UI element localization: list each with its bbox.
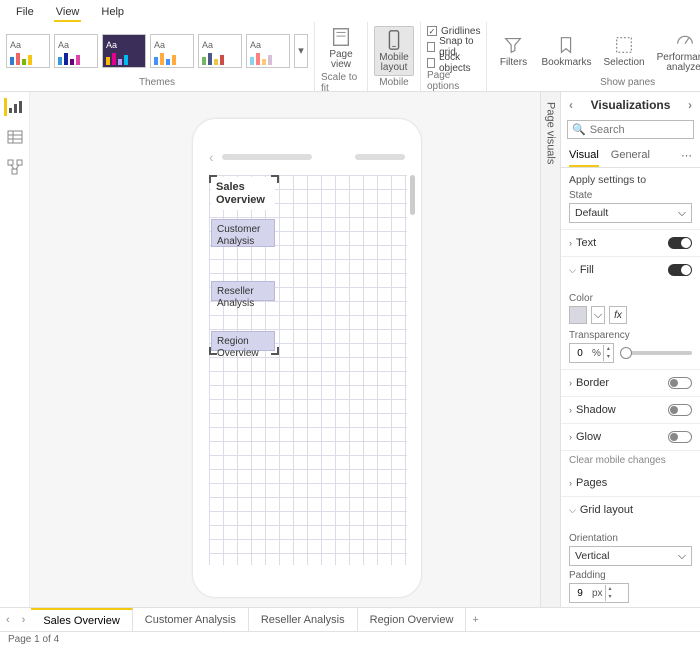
mobile-grid[interactable]: ✕ Sales Overview Customer Analysis Resel…	[209, 175, 407, 565]
status-bar: Page 1 of 4	[0, 631, 700, 647]
lock-checkbox[interactable]: Lock objects	[427, 56, 480, 70]
visual-card[interactable]: Reseller Analysis	[211, 281, 275, 301]
spin-up[interactable]: ▴	[604, 345, 613, 353]
visual-card[interactable]: Region Overview	[211, 331, 275, 351]
border-toggle[interactable]	[668, 377, 692, 389]
back-icon: ‹	[209, 149, 214, 165]
selection-pane-button[interactable]: Selection	[599, 32, 648, 70]
shadow-section-header[interactable]: ›Shadow	[561, 397, 700, 424]
theme-option[interactable]: Aa	[54, 34, 98, 68]
page-icon	[330, 26, 352, 48]
state-label: State	[569, 190, 692, 201]
page-tab[interactable]: Sales Overview	[31, 608, 132, 631]
fill-toggle[interactable]	[668, 264, 692, 276]
tab-prev[interactable]: ‹	[0, 614, 16, 626]
mobile-frame: ‹ ✕ Sales Overview Customer Analysis Res…	[192, 118, 422, 598]
color-swatch[interactable]	[569, 306, 587, 324]
panel-collapse-left[interactable]: ‹	[569, 98, 573, 112]
mobile-icon	[383, 29, 405, 51]
page-options-label: Page options	[427, 70, 480, 93]
theme-option[interactable]: Aa	[102, 34, 146, 68]
page-tab[interactable]: Region Overview	[358, 608, 467, 631]
page-tab[interactable]: Customer Analysis	[133, 608, 249, 631]
mobile-layout-button[interactable]: Mobile layout	[374, 26, 414, 76]
apply-settings-label: Apply settings to	[569, 174, 692, 186]
theme-option[interactable]: Aa	[6, 34, 50, 68]
bookmark-icon	[555, 34, 577, 56]
theme-option[interactable]: Aa	[150, 34, 194, 68]
menu-file[interactable]: File	[14, 4, 36, 22]
report-view-icon[interactable]	[4, 98, 22, 116]
filter-icon	[502, 34, 524, 56]
grid-scrollbar[interactable]	[410, 175, 415, 215]
page-view-button[interactable]: Page view	[321, 24, 361, 72]
panel-collapse-right[interactable]: ›	[688, 98, 692, 112]
theme-option[interactable]: Aa	[198, 34, 242, 68]
selection-outline[interactable]: ✕ Sales Overview Customer Analysis Resel…	[209, 175, 279, 355]
spin-down[interactable]: ▾	[604, 353, 613, 361]
data-view-icon[interactable]	[6, 128, 24, 146]
page-tab[interactable]: Reseller Analysis	[249, 608, 358, 631]
menu-help[interactable]: Help	[99, 4, 126, 22]
transparency-slider[interactable]	[620, 351, 692, 355]
ribbon: Aa Aa Aa Aa Aa Aa ▾ Themes Page view Sca…	[0, 22, 700, 92]
more-options-icon[interactable]: ⋯	[681, 145, 692, 167]
spin-down[interactable]: ▾	[606, 593, 615, 601]
orientation-label: Orientation	[569, 533, 692, 544]
padding-label: Padding	[569, 570, 692, 581]
title-card[interactable]: Sales Overview	[211, 177, 275, 210]
chevron-down-icon[interactable]: ⌵	[591, 306, 605, 324]
text-toggle[interactable]	[668, 237, 692, 249]
mobile-header: ‹	[209, 149, 405, 165]
fx-button[interactable]: fx	[609, 306, 627, 324]
bookmarks-pane-button[interactable]: Bookmarks	[537, 32, 595, 70]
transparency-label: Transparency	[569, 330, 692, 341]
chevron-down-icon: ⌵	[678, 207, 686, 220]
transparency-spinner[interactable]: % ▴▾	[569, 343, 614, 363]
visualizations-panel: ‹ Visualizations › 🔍 Visual General ⋯ Ap…	[560, 92, 700, 607]
performance-analyzer-button[interactable]: Performance analyzer	[653, 27, 700, 75]
model-view-icon[interactable]	[6, 158, 24, 176]
themes-group-label: Themes	[139, 77, 175, 89]
tab-general[interactable]: General	[611, 145, 650, 167]
search-icon: 🔍	[572, 123, 586, 136]
grid-layout-section-header[interactable]: ⌵Grid layout	[561, 497, 700, 523]
search-box[interactable]: 🔍	[567, 120, 694, 139]
selection-icon	[613, 34, 635, 56]
theme-option[interactable]: Aa	[246, 34, 290, 68]
themes-dropdown[interactable]: ▾	[294, 34, 308, 68]
clear-mobile-changes[interactable]: Clear mobile changes	[561, 451, 700, 470]
orientation-dropdown[interactable]: Vertical⌵	[569, 546, 692, 566]
panel-title: Visualizations	[591, 98, 671, 112]
menubar: File View Help	[0, 0, 700, 22]
canvas[interactable]: ‹ ✕ Sales Overview Customer Analysis Res…	[30, 92, 540, 607]
gauge-icon	[674, 29, 696, 51]
mobile-group-label: Mobile	[379, 77, 408, 89]
left-nav	[0, 92, 30, 607]
menu-view[interactable]: View	[54, 4, 82, 22]
search-input[interactable]	[590, 124, 700, 136]
tab-next[interactable]: ›	[16, 614, 32, 626]
chevron-down-icon: ⌵	[678, 550, 686, 563]
tab-visual[interactable]: Visual	[569, 145, 599, 167]
padding-spinner[interactable]: px ▴▾	[569, 583, 629, 603]
color-label: Color	[569, 293, 692, 304]
page-tabstrip: ‹ › Sales Overview Customer Analysis Res…	[0, 607, 700, 631]
visual-card[interactable]: Customer Analysis	[211, 219, 275, 247]
themes-gallery[interactable]: Aa Aa Aa Aa Aa Aa ▾	[6, 34, 308, 68]
shadow-toggle[interactable]	[668, 404, 692, 416]
glow-toggle[interactable]	[668, 431, 692, 443]
state-dropdown[interactable]: Default⌵	[569, 203, 692, 223]
spin-up[interactable]: ▴	[606, 585, 615, 593]
add-page[interactable]: +	[466, 614, 484, 626]
glow-section-header[interactable]: ›Glow	[561, 424, 700, 451]
page-visuals-collapsed[interactable]: Page visuals	[540, 92, 560, 607]
text-section-header[interactable]: ›Text	[561, 230, 700, 257]
show-panes-label: Show panes	[600, 77, 655, 89]
pages-section-header[interactable]: ›Pages	[561, 470, 700, 497]
fill-section-header[interactable]: ⌵Fill	[561, 257, 700, 283]
border-section-header[interactable]: ›Border	[561, 370, 700, 397]
filters-pane-button[interactable]: Filters	[493, 32, 533, 70]
